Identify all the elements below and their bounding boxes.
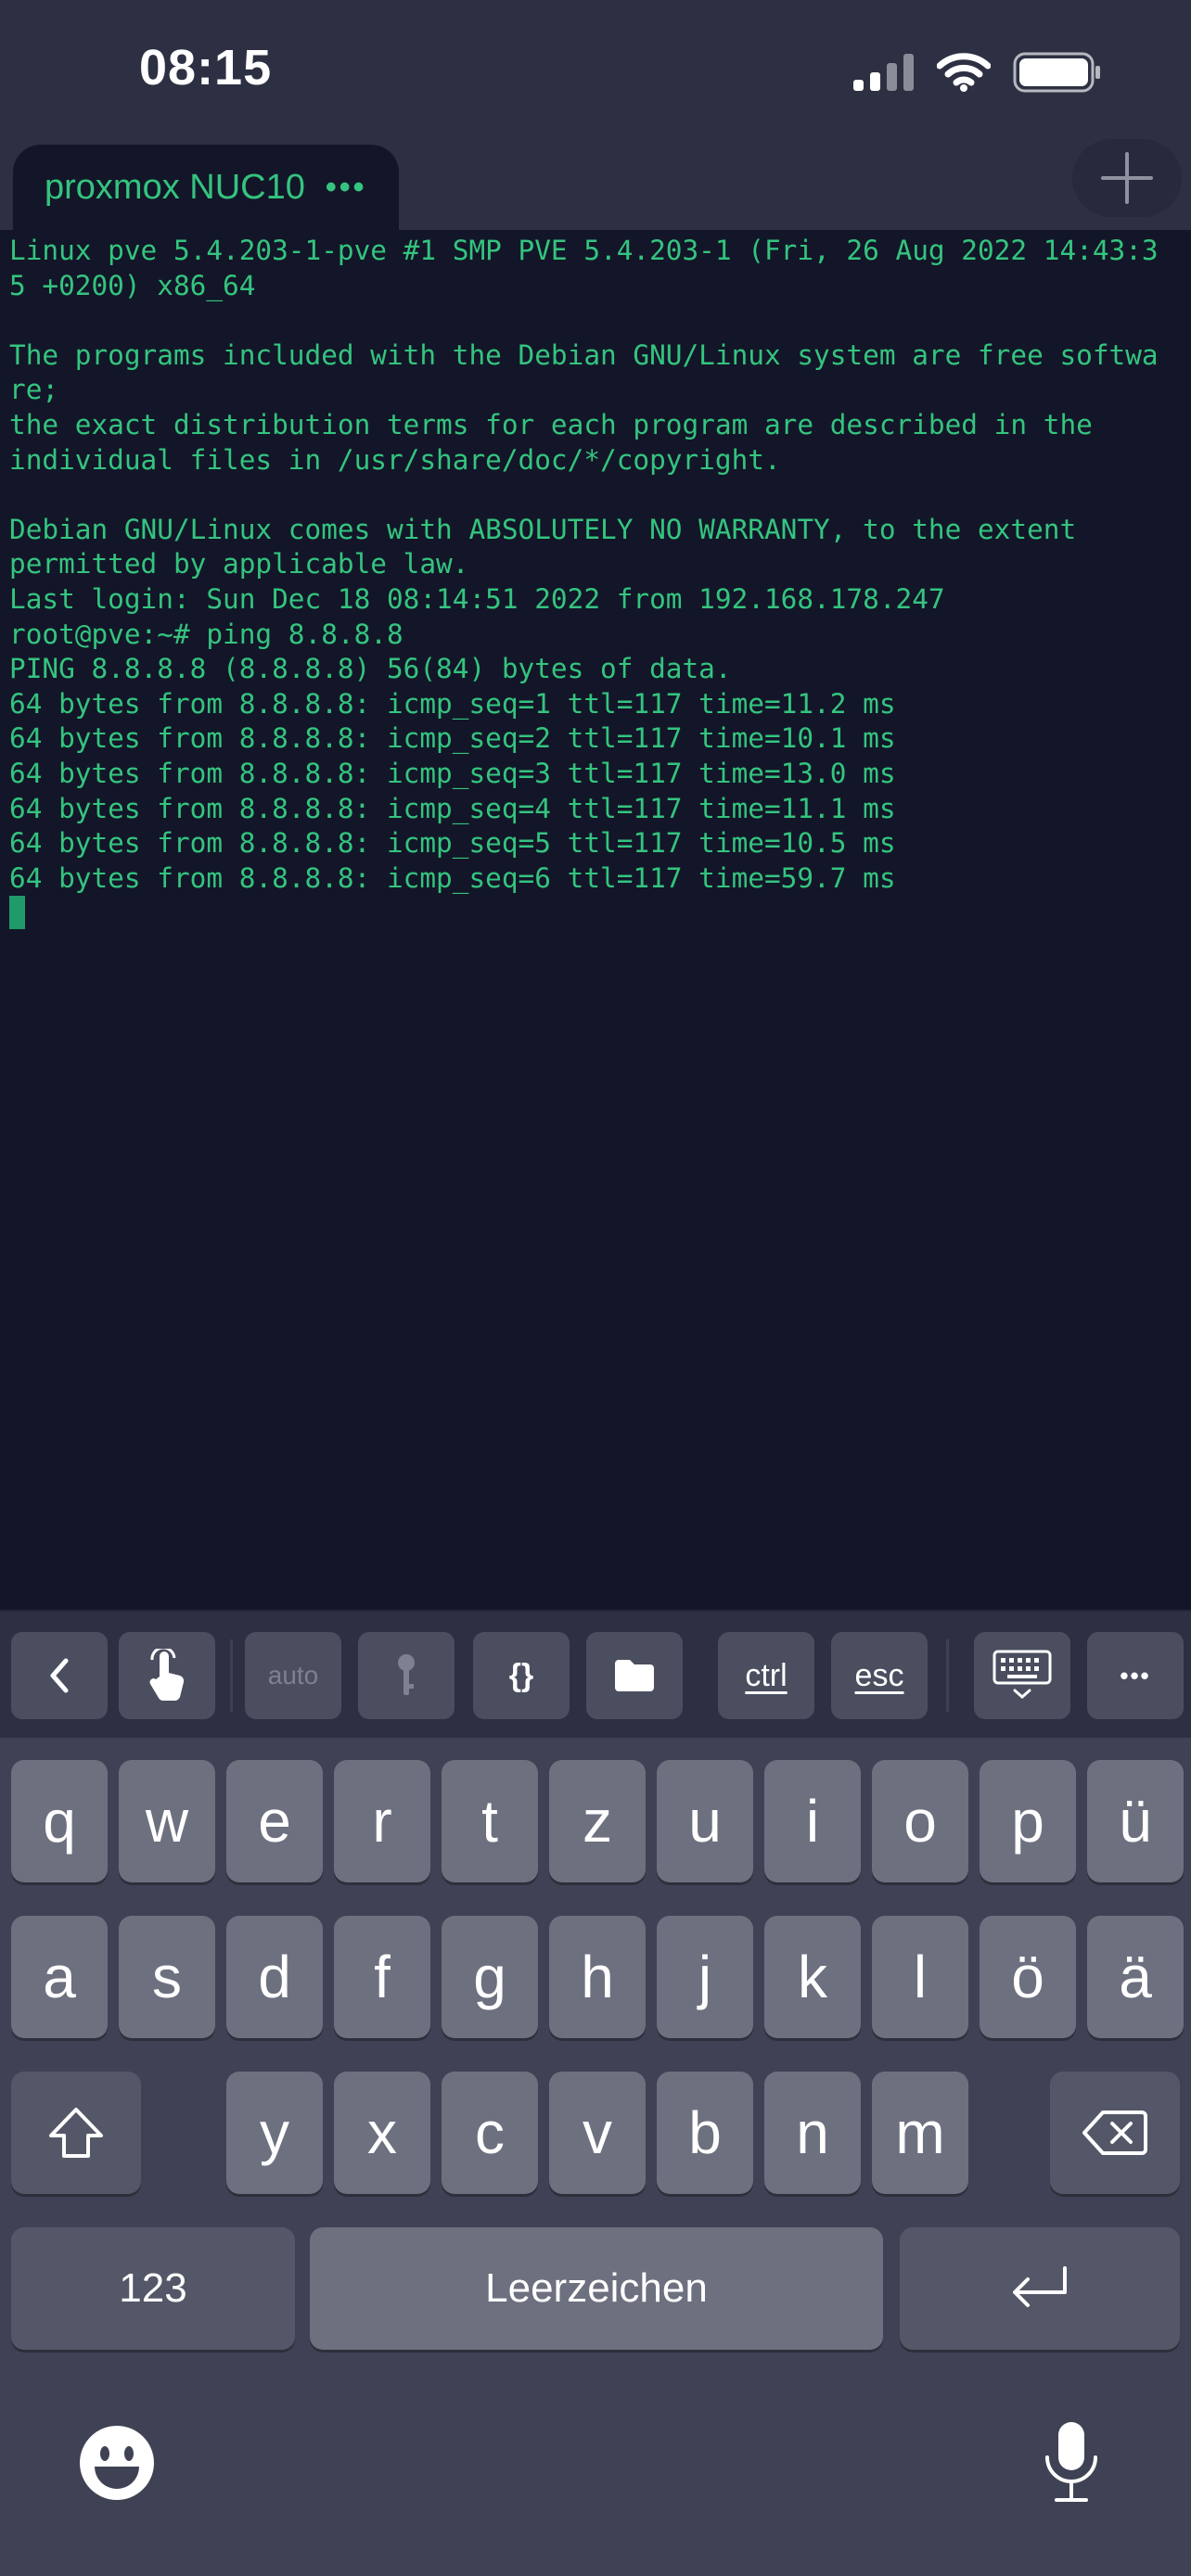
top-bar: 08:15 proxmox NUC10 ••• — [0, 0, 1191, 230]
backspace-icon — [1082, 2111, 1147, 2155]
terminal-line: 64 bytes from 8.8.8.8: icmp_seq=1 ttl=11… — [9, 687, 896, 720]
more-label: ••• — [1120, 1661, 1151, 1690]
key-u[interactable]: u — [657, 1760, 753, 1882]
auto-label: auto — [267, 1661, 319, 1690]
key-n[interactable]: n — [764, 2072, 861, 2194]
terminal-line: individual files in /usr/share/doc/*/cop… — [9, 443, 781, 476]
shift-key[interactable] — [11, 2072, 141, 2194]
terminal-cursor — [9, 896, 25, 930]
key-m[interactable]: m — [872, 2072, 968, 2194]
key-ö[interactable]: ö — [980, 1916, 1076, 2038]
software-keyboard: qwertzuiopü asdfghjklöä yxcvbnm 123 Leer… — [0, 1738, 1191, 2576]
terminal-line: 64 bytes from 8.8.8.8: icmp_seq=3 ttl=11… — [9, 757, 896, 789]
key-k[interactable]: k — [764, 1916, 861, 2038]
key-b[interactable]: b — [657, 2072, 753, 2194]
key-q[interactable]: q — [11, 1760, 108, 1882]
wifi-icon — [937, 53, 991, 92]
terminal-line: The programs included with the Debian GN… — [9, 338, 1159, 371]
chevron-left-icon — [50, 1658, 69, 1693]
terminal-line: PING 8.8.8.8 (8.8.8.8) 56(84) bytes of d… — [9, 653, 732, 685]
terminal-line: 64 bytes from 8.8.8.8: icmp_seq=2 ttl=11… — [9, 722, 896, 755]
terminal-screen[interactable]: Linux pve 5.4.203-1-pve #1 SMP PVE 5.4.2… — [0, 230, 1191, 1610]
keyboard-hide-icon — [992, 1650, 1052, 1699]
touch-mode-button[interactable] — [119, 1632, 215, 1719]
session-tab-label: proxmox NUC10 — [45, 167, 305, 207]
key-h[interactable]: h — [549, 1916, 646, 2038]
key-e[interactable]: e — [226, 1760, 323, 1882]
emoji-button[interactable] — [78, 2424, 156, 2506]
braces-label: {} — [508, 1657, 534, 1693]
delete-key[interactable] — [1050, 2072, 1180, 2194]
battery-icon — [1013, 52, 1100, 93]
key-v[interactable]: v — [549, 2072, 646, 2194]
key-icon — [398, 1654, 415, 1695]
key-p[interactable]: p — [980, 1760, 1076, 1882]
key-z[interactable]: z — [549, 1760, 646, 1882]
key-w[interactable]: w — [119, 1760, 215, 1882]
ctrl-key-button[interactable]: ctrl — [718, 1632, 814, 1719]
terminal-line: re; — [9, 374, 59, 406]
terminal-line: 64 bytes from 8.8.8.8: icmp_seq=6 ttl=11… — [9, 861, 896, 894]
return-icon — [1013, 2266, 1067, 2307]
terminal-prompt-line — [9, 896, 1182, 931]
back-button[interactable] — [11, 1632, 108, 1719]
key-ü[interactable]: ü — [1087, 1760, 1184, 1882]
key-y[interactable]: y — [226, 2072, 323, 2194]
terminal-line: root@pve:~# ping 8.8.8.8 — [9, 618, 403, 650]
key-c[interactable]: c — [442, 2072, 538, 2194]
toolbar-divider — [230, 1639, 233, 1712]
shift-icon — [49, 2108, 103, 2158]
terminal-line: permitted by applicable law. — [9, 548, 469, 580]
microphone-icon — [1045, 2422, 1097, 2502]
numbers-key[interactable]: 123 — [11, 2227, 295, 2350]
key-j[interactable]: j — [657, 1916, 753, 2038]
key-o[interactable]: o — [872, 1760, 968, 1882]
terminal-output: Linux pve 5.4.203-1-pve #1 SMP PVE 5.4.2… — [9, 234, 1182, 896]
key-x[interactable]: x — [334, 2072, 430, 2194]
key-t[interactable]: t — [442, 1760, 538, 1882]
hide-keyboard-button[interactable] — [974, 1632, 1070, 1719]
add-tab-button[interactable] — [1072, 139, 1182, 217]
snippets-button[interactable]: {} — [473, 1632, 570, 1719]
terminal-line: Last login: Sun Dec 18 08:14:51 2022 fro… — [9, 582, 945, 615]
key-s[interactable]: s — [119, 1916, 215, 2038]
status-icons — [853, 45, 1102, 100]
esc-label: esc — [854, 1657, 904, 1693]
key-f[interactable]: f — [334, 1916, 430, 2038]
toolbar-divider — [946, 1639, 949, 1712]
key-d[interactable]: d — [226, 1916, 323, 2038]
key-r[interactable]: r — [334, 1760, 430, 1882]
dictation-button[interactable] — [1043, 2420, 1100, 2510]
more-button[interactable]: ••• — [1087, 1632, 1184, 1719]
plus-icon — [1101, 152, 1153, 204]
key-button[interactable] — [358, 1632, 455, 1719]
key-ä[interactable]: ä — [1087, 1916, 1184, 2038]
touch-hand-icon — [149, 1649, 185, 1702]
tab-menu-icon[interactable]: ••• — [326, 170, 367, 206]
terminal-line: Linux pve 5.4.203-1-pve #1 SMP PVE 5.4.2… — [9, 235, 1159, 266]
autocomplete-button[interactable]: auto — [245, 1632, 341, 1719]
accessory-toolbar: auto {} ctrl esc ••• — [0, 1610, 1191, 1738]
terminal-line: the exact distribution terms for each pr… — [9, 408, 1093, 440]
ctrl-label: ctrl — [745, 1657, 788, 1693]
files-button[interactable] — [586, 1632, 683, 1719]
esc-key-button[interactable]: esc — [831, 1632, 928, 1719]
space-key[interactable]: Leerzeichen — [310, 2227, 883, 2350]
return-key[interactable] — [900, 2227, 1180, 2350]
session-tab[interactable]: proxmox NUC10 ••• — [13, 145, 399, 230]
cellular-signal-icon — [853, 54, 914, 91]
key-g[interactable]: g — [442, 1916, 538, 2038]
status-time: 08:15 — [139, 40, 273, 96]
key-l[interactable]: l — [872, 1916, 968, 2038]
key-i[interactable]: i — [764, 1760, 861, 1882]
terminal-line: 64 bytes from 8.8.8.8: icmp_seq=4 ttl=11… — [9, 792, 896, 824]
folder-icon — [615, 1660, 654, 1691]
key-a[interactable]: a — [11, 1916, 108, 2038]
terminal-line: 5 +0200) x86_64 — [9, 269, 256, 301]
terminal-line: Debian GNU/Linux comes with ABSOLUTELY N… — [9, 513, 1077, 545]
terminal-line: 64 bytes from 8.8.8.8: icmp_seq=5 ttl=11… — [9, 827, 896, 860]
emoji-icon — [80, 2426, 154, 2500]
